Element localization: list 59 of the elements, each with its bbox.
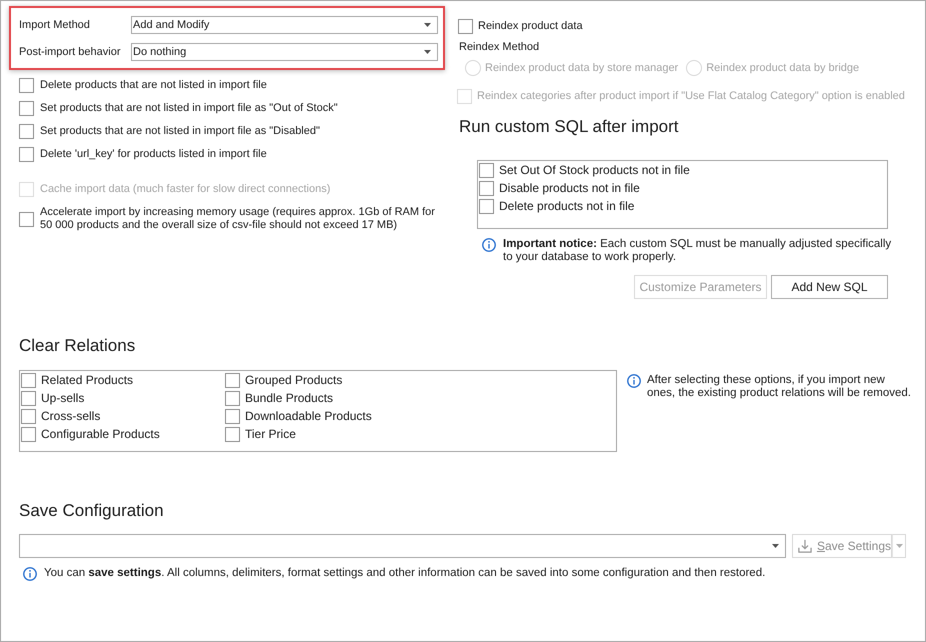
checkbox-label: Set Out Of Stock products not in file xyxy=(499,164,690,176)
checkbox[interactable] xyxy=(21,372,36,388)
checkbox-label: Delete products that are not listed in import file xyxy=(40,79,267,92)
checkbox[interactable] xyxy=(225,372,240,388)
checkbox-label: Set products that are not listed in import file as "Out of Stock" xyxy=(40,102,338,115)
radio-label: Reindex product data by store manager xyxy=(485,62,678,74)
checkbox[interactable] xyxy=(21,426,36,442)
download-icon xyxy=(798,538,812,554)
info-icon xyxy=(627,374,641,388)
checkbox[interactable] xyxy=(19,124,34,139)
checkbox[interactable] xyxy=(479,198,494,214)
info-icon xyxy=(482,238,496,252)
checkbox-label: Related Products xyxy=(41,374,134,386)
checkbox[interactable] xyxy=(225,390,240,406)
section-heading: Run custom SQL after import xyxy=(459,116,679,138)
caret-icon xyxy=(424,23,431,27)
checkbox[interactable] xyxy=(479,162,494,178)
checkbox[interactable] xyxy=(458,18,473,34)
checkbox[interactable] xyxy=(21,390,36,406)
checkbox[interactable] xyxy=(21,408,36,424)
checkbox-label: Delete products not in file xyxy=(499,200,634,212)
checkbox[interactable] xyxy=(225,408,240,424)
configuration-dropdown[interactable] xyxy=(19,534,786,558)
notice-text: You can save settings. All columns, delimiters, format settings and other information can be saved into some configuration and then restored. xyxy=(44,567,766,580)
field-label: Import Method xyxy=(19,19,91,31)
dropdown-field[interactable]: Add and Modify xyxy=(131,16,438,34)
checkbox[interactable] xyxy=(479,180,494,196)
checkbox-label: Reindex product data xyxy=(478,20,583,32)
checkbox-label: Cache import data (much faster for slow direct connections) xyxy=(40,183,330,196)
checkbox[interactable] xyxy=(19,212,34,226)
checkbox-label: Grouped Products xyxy=(245,374,342,386)
notice-text: After selecting these options, if you import new ones, the existing product relations will be removed. xyxy=(647,374,911,400)
checkbox-label: Set products that are not listed in import file as "Disabled" xyxy=(40,125,320,138)
checkbox-label: Reindex categories after product import if "Use Flat Catalog Category" option is enabled xyxy=(477,90,905,102)
radio-label: Reindex product data by bridge xyxy=(706,62,860,74)
checkbox-label: Configurable Products xyxy=(41,428,160,440)
checkbox[interactable] xyxy=(19,147,34,162)
add-sql-button[interactable]: Add New SQL xyxy=(771,275,888,299)
checkbox-label: Up-sells xyxy=(41,392,84,404)
caret-icon xyxy=(424,50,431,54)
notice-text: Important notice: Each custom SQL must be manually adjusted specifically to your database to work properly. xyxy=(503,238,892,264)
caret-icon xyxy=(896,544,902,548)
checkbox[interactable] xyxy=(19,101,34,116)
section-heading: Save Configuration xyxy=(19,500,164,522)
checkbox-label: Delete 'url_key' for products listed in import file xyxy=(40,148,267,161)
checkbox-label: Downloadable Products xyxy=(245,410,372,422)
info-icon xyxy=(23,567,37,581)
dropdown-field[interactable]: Do nothing xyxy=(131,43,438,61)
section-heading: Clear Relations xyxy=(19,335,136,357)
checkbox[interactable] xyxy=(225,426,240,442)
field-label: Post-import behavior xyxy=(19,46,122,58)
caret-icon xyxy=(772,544,779,548)
checkbox-label: Accelerate import by increasing memory usage (requires approx. 1Gb of RAM for 50 000 products and the overall size of csv-file should not exceed 17 MB) xyxy=(40,206,436,232)
checkbox-label: Cross-sells xyxy=(41,410,100,422)
checkbox-label: Disable products not in file xyxy=(499,182,640,194)
checkbox[interactable] xyxy=(19,78,34,93)
section-label: Reindex Method xyxy=(459,40,540,54)
checkbox-label: Bundle Products xyxy=(245,392,334,404)
checkbox-label: Tier Price xyxy=(245,428,296,440)
